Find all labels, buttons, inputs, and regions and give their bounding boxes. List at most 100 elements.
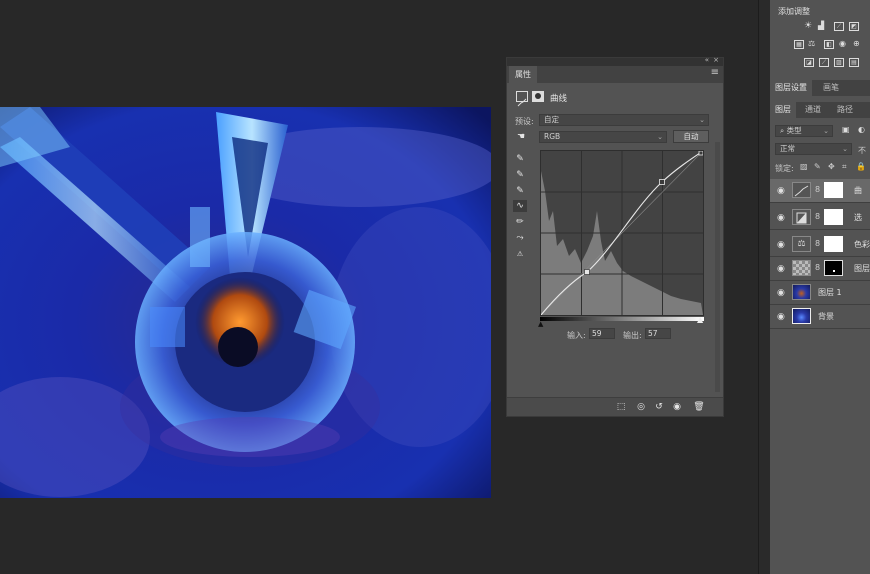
eye-icon[interactable]: ◉ xyxy=(777,213,785,223)
levels-icon[interactable]: ▟ xyxy=(818,21,824,30)
layer-name[interactable]: 选 xyxy=(854,212,862,223)
reset-icon[interactable]: ↺ xyxy=(653,401,665,413)
eye-icon[interactable]: ◉ xyxy=(777,312,785,322)
panel-title: 曲线 xyxy=(550,94,568,104)
curves-icon[interactable]: ⟋ xyxy=(834,22,844,31)
tab-brush[interactable]: 画笔 xyxy=(818,80,844,96)
panel-scrollbar[interactable] xyxy=(715,142,720,392)
visibility-icon[interactable]: ◉ xyxy=(671,401,683,413)
link-icon[interactable]: 8 xyxy=(815,185,820,194)
curve-point[interactable] xyxy=(584,269,590,275)
view-previous-icon[interactable]: ◎ xyxy=(635,401,647,413)
smooth-curve-icon[interactable]: ⤳ xyxy=(514,232,526,244)
layers-tabbar: 图层 通道 路径 xyxy=(770,102,870,118)
curve-point-tool-icon[interactable]: ∿ xyxy=(513,200,527,212)
selective-color-thumbnail xyxy=(792,209,811,225)
curves-adjustment-icon[interactable] xyxy=(516,91,528,107)
chevron-down-icon: ⌄ xyxy=(657,133,663,141)
lock-position-icon[interactable]: ✥ xyxy=(828,162,835,171)
settings-tabbar: 图层设置 画笔 xyxy=(770,80,870,96)
white-slider-handle[interactable]: ▲ xyxy=(697,315,703,324)
brightness-icon[interactable]: ☀ xyxy=(804,21,812,31)
eye-icon[interactable]: ◉ xyxy=(777,264,785,274)
lock-transparent-icon[interactable]: ▨ xyxy=(800,162,808,171)
preset-select[interactable]: 自定 ⌄ xyxy=(539,114,709,126)
layer-name[interactable]: 色彩 xyxy=(854,239,870,250)
output-field[interactable]: 57 xyxy=(645,328,671,339)
curve-point[interactable] xyxy=(659,179,665,185)
eye-icon[interactable]: ◉ xyxy=(777,288,785,298)
layer-name[interactable]: 曲 xyxy=(854,185,862,196)
auto-button[interactable]: 自动 xyxy=(673,130,709,143)
blend-mode-select[interactable]: 正常 ⌄ xyxy=(775,143,852,155)
layer-name[interactable]: 图层 xyxy=(854,263,870,274)
layer-filter-value: 类型 xyxy=(786,126,802,135)
black-point-eyedropper-icon[interactable]: ✎ xyxy=(514,153,526,165)
channel-mixer-icon[interactable]: ⊕ xyxy=(853,39,860,48)
link-icon[interactable]: 8 xyxy=(815,263,820,272)
layer-name[interactable]: 背景 xyxy=(818,311,834,322)
lock-all-icon[interactable]: 🔒 xyxy=(856,162,866,171)
canvas-image[interactable] xyxy=(0,107,491,498)
layer-row-background[interactable]: ◉ 背景 xyxy=(770,305,870,329)
properties-panel: « × 属性 ≡ 曲线 预设: 自定 ⌄ ☚ RGB ⌄ 自动 ✎ ✎ ✎ ∿ … xyxy=(506,56,724,417)
opacity-label: 不 xyxy=(858,146,866,155)
curves-layer-thumbnail xyxy=(792,182,811,198)
layer-row-curves[interactable]: ◉ 8 曲 xyxy=(770,179,870,203)
on-image-adjust-icon[interactable]: ☚ xyxy=(515,131,527,143)
layer-mask-thumbnail[interactable] xyxy=(824,260,843,276)
layer-filter-select[interactable]: ⌕ 类型 ⌄ xyxy=(775,125,833,137)
collapse-icon[interactable]: « xyxy=(705,56,709,64)
curves-graph[interactable] xyxy=(540,150,704,316)
vibrance-icon[interactable]: ▦ xyxy=(794,40,804,49)
gradient-map-icon[interactable]: ▤ xyxy=(849,58,859,67)
posterize-icon[interactable]: ⟋ xyxy=(819,58,829,67)
layer-row-selective-color[interactable]: ◉ 8 选 xyxy=(770,206,870,230)
panel-top-bar: « × xyxy=(507,56,723,66)
close-panel-icon[interactable]: × xyxy=(713,56,719,64)
filter-adjustment-icon[interactable]: ◐ xyxy=(858,125,865,134)
preset-label: 预设: xyxy=(515,117,534,126)
lock-pixels-icon[interactable]: ✎ xyxy=(814,162,821,171)
layer-mask-thumbnail[interactable] xyxy=(824,182,843,198)
layer-name[interactable]: 图层 1 xyxy=(818,287,842,298)
layer-row-image-1[interactable]: ◉ 图层 1 xyxy=(770,281,870,305)
layer-mask-thumbnail[interactable] xyxy=(824,236,843,252)
tab-layers[interactable]: 图层 xyxy=(770,102,796,118)
exposure-icon[interactable]: ◩ xyxy=(849,22,859,31)
clip-to-layer-icon[interactable]: ⬚ xyxy=(615,401,627,413)
clipping-warning-icon[interactable]: ⚠ xyxy=(514,248,526,260)
threshold-icon[interactable]: ▨ xyxy=(834,58,844,67)
white-point-eyedropper-icon[interactable]: ✎ xyxy=(514,185,526,197)
panel-menu-icon[interactable]: ≡ xyxy=(711,67,719,78)
preset-value: 自定 xyxy=(544,115,559,124)
adjustments-title: 添加调整 xyxy=(778,7,810,16)
tab-paths[interactable]: 路径 xyxy=(832,102,858,118)
tab-properties[interactable]: 属性 xyxy=(509,66,537,83)
black-slider-handle[interactable]: ▲ xyxy=(538,320,543,328)
tab-channels[interactable]: 通道 xyxy=(800,102,826,118)
layer-row-color-balance[interactable]: ◉ ⚖ 8 色彩 xyxy=(770,233,870,257)
link-icon[interactable]: 8 xyxy=(815,239,820,248)
invert-icon[interactable]: ◪ xyxy=(804,58,814,67)
pencil-icon[interactable]: ✏ xyxy=(514,216,526,228)
photo-filter-icon[interactable]: ◉ xyxy=(839,39,846,48)
eye-icon[interactable]: ◉ xyxy=(777,186,785,196)
channel-select[interactable]: RGB ⌄ xyxy=(539,131,667,143)
eye-icon[interactable]: ◉ xyxy=(777,240,785,250)
layer-thumbnail xyxy=(792,308,811,324)
delete-icon[interactable]: 🗑 xyxy=(693,401,705,413)
properties-tabbar: 属性 ≡ xyxy=(507,66,723,83)
tab-layer-settings[interactable]: 图层设置 xyxy=(770,80,812,96)
black-white-icon[interactable]: ◧ xyxy=(824,40,834,49)
link-icon[interactable]: 8 xyxy=(815,212,820,221)
layer-row-masked[interactable]: ◉ 8 图层 xyxy=(770,257,870,281)
input-field[interactable]: 59 xyxy=(589,328,615,339)
gray-point-eyedropper-icon[interactable]: ✎ xyxy=(514,169,526,181)
layer-mask-thumbnail[interactable] xyxy=(824,209,843,225)
color-balance-icon[interactable]: ⚖ xyxy=(808,39,815,48)
lock-artboard-icon[interactable]: ⌗ xyxy=(842,162,847,172)
layer-mask-icon[interactable] xyxy=(532,91,544,102)
curve-endpoint[interactable] xyxy=(698,150,704,156)
filter-pixel-icon[interactable]: ▣ xyxy=(842,125,850,134)
